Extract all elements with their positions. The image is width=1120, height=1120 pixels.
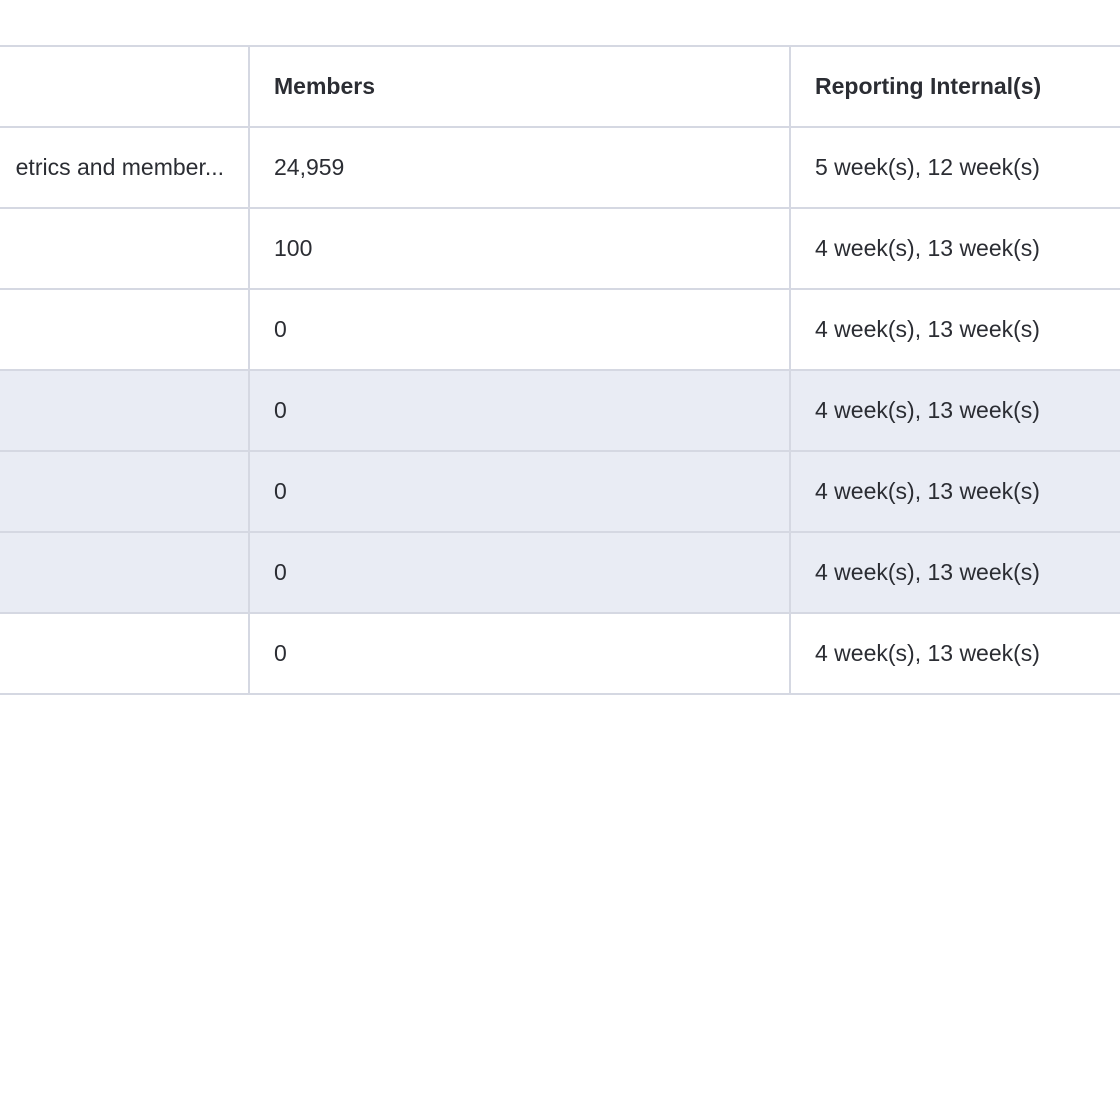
table-row[interactable]: etrics and member... 24,959 5 week(s), 1… bbox=[0, 126, 1120, 209]
description-cell: etrics and member... bbox=[0, 126, 249, 209]
reporting-intervals-cell: 4 week(s), 13 week(s) bbox=[789, 531, 1120, 614]
description-cell bbox=[0, 612, 249, 695]
reporting-intervals-cell: 4 week(s), 13 week(s) bbox=[789, 207, 1120, 290]
members-cell: 0 bbox=[248, 450, 790, 533]
table-row[interactable]: 0 4 week(s), 13 week(s) bbox=[0, 612, 1120, 695]
table-row[interactable]: 0 4 week(s), 13 week(s) bbox=[0, 531, 1120, 614]
reporting-intervals-cell: 4 week(s), 13 week(s) bbox=[789, 288, 1120, 371]
table-row[interactable]: 0 4 week(s), 13 week(s) bbox=[0, 450, 1120, 533]
description-cell bbox=[0, 207, 249, 290]
reporting-intervals-cell: 4 week(s), 13 week(s) bbox=[789, 450, 1120, 533]
column-header-description[interactable] bbox=[0, 45, 249, 128]
members-cell: 0 bbox=[248, 369, 790, 452]
members-cell: 100 bbox=[248, 207, 790, 290]
column-header-members[interactable]: Members bbox=[248, 45, 790, 128]
description-cell bbox=[0, 450, 249, 533]
description-text: etrics and member... bbox=[15, 154, 224, 180]
members-cell: 0 bbox=[248, 288, 790, 371]
data-table: Members Reporting Internal(s) etrics and… bbox=[0, 45, 1120, 695]
column-header-reporting-intervals[interactable]: Reporting Internal(s) bbox=[789, 45, 1120, 128]
reporting-intervals-cell: 4 week(s), 13 week(s) bbox=[789, 369, 1120, 452]
table-body: etrics and member... 24,959 5 week(s), 1… bbox=[0, 126, 1120, 695]
reporting-intervals-cell: 4 week(s), 13 week(s) bbox=[789, 612, 1120, 695]
table-row[interactable]: 100 4 week(s), 13 week(s) bbox=[0, 207, 1120, 290]
reporting-intervals-cell: 5 week(s), 12 week(s) bbox=[789, 126, 1120, 209]
header-row: Members Reporting Internal(s) bbox=[0, 45, 1120, 128]
description-cell bbox=[0, 531, 249, 614]
data-table-container: Members Reporting Internal(s) etrics and… bbox=[0, 45, 1120, 695]
table-header: Members Reporting Internal(s) bbox=[0, 45, 1120, 128]
members-cell: 0 bbox=[248, 531, 790, 614]
description-cell bbox=[0, 288, 249, 371]
description-cell bbox=[0, 369, 249, 452]
members-cell: 24,959 bbox=[248, 126, 790, 209]
table-row[interactable]: 0 4 week(s), 13 week(s) bbox=[0, 369, 1120, 452]
members-cell: 0 bbox=[248, 612, 790, 695]
table-row[interactable]: 0 4 week(s), 13 week(s) bbox=[0, 288, 1120, 371]
